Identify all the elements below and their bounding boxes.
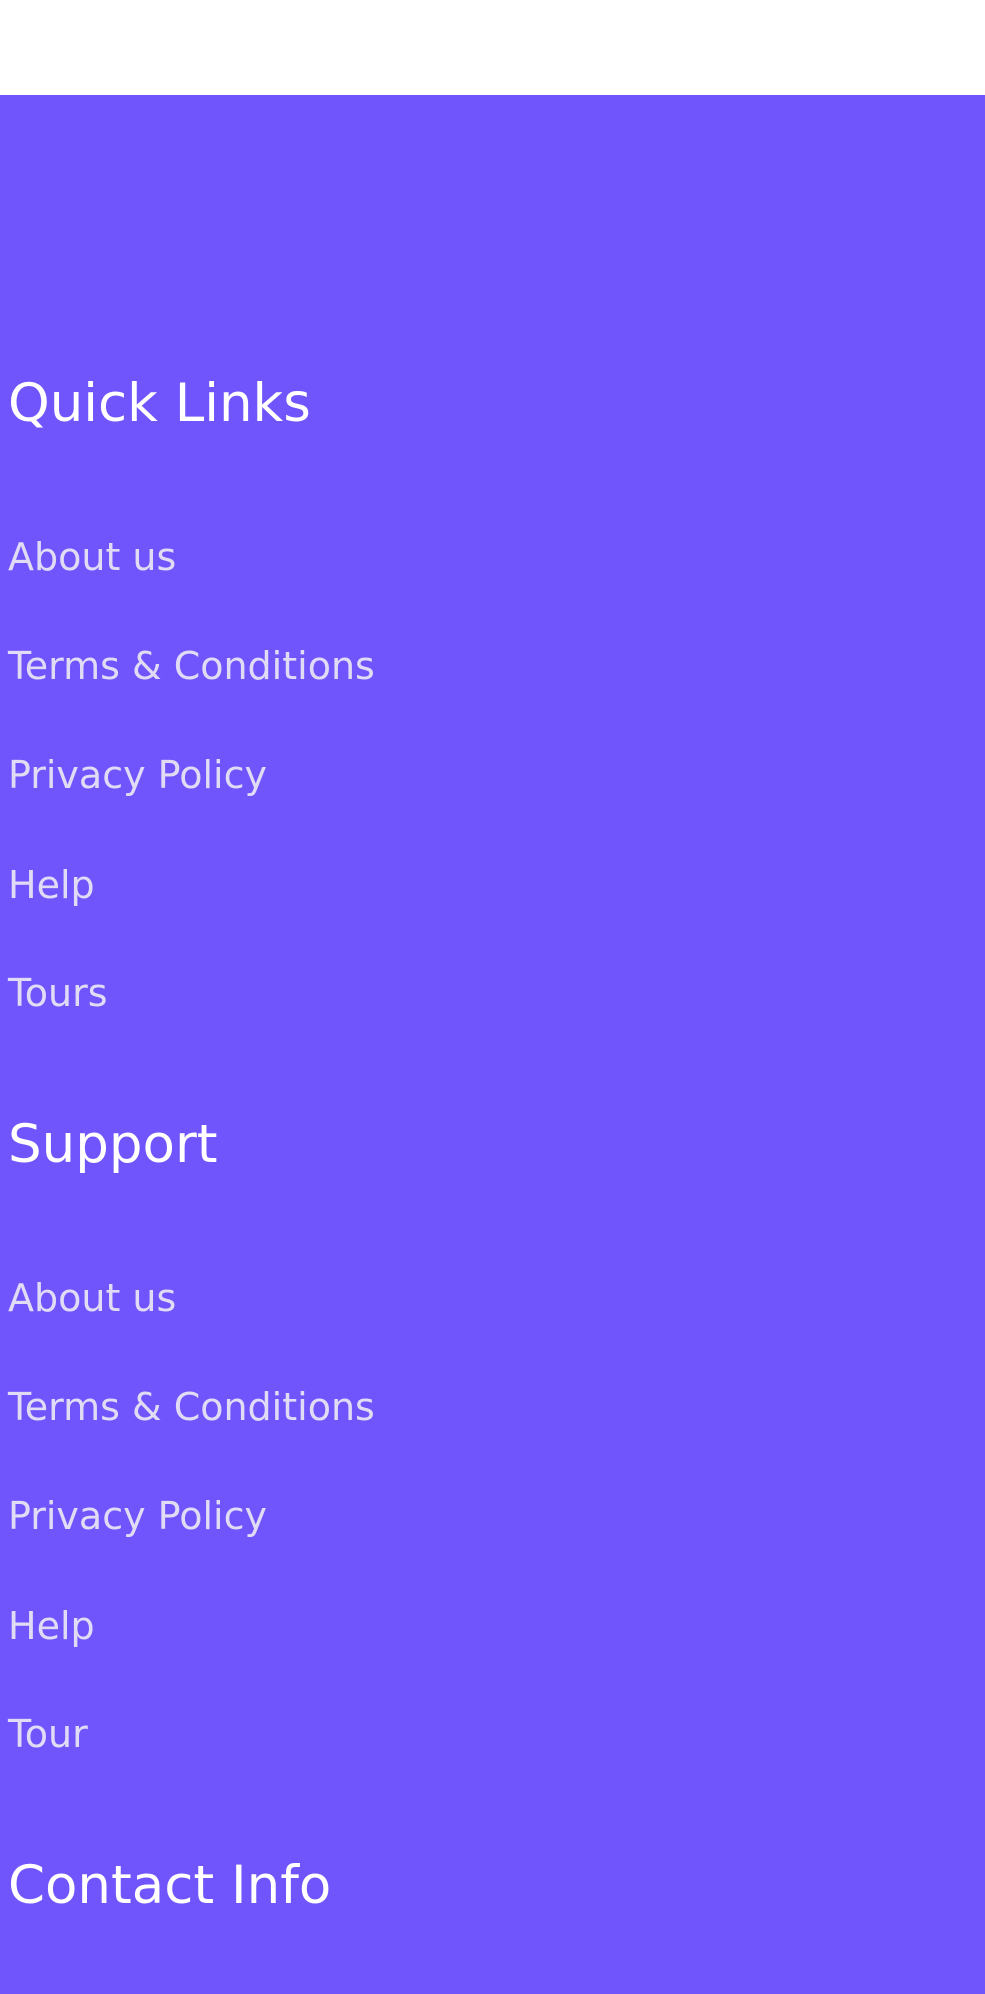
quick-link-help[interactable]: Help (8, 861, 95, 909)
quick-links-heading: Quick Links (8, 373, 311, 434)
quick-link-about-us[interactable]: About us (8, 533, 176, 581)
support-link-about-us[interactable]: About us (8, 1274, 176, 1322)
site-footer: Quick Links About us Terms & Conditions … (0, 95, 985, 1994)
support-link-privacy-policy[interactable]: Privacy Policy (8, 1492, 267, 1540)
support-link-help[interactable]: Help (8, 1602, 95, 1650)
support-link-terms-conditions[interactable]: Terms & Conditions (8, 1383, 375, 1431)
support-heading: Support (8, 1114, 218, 1175)
top-white-bar (0, 0, 985, 95)
contact-info-heading: Contact Info (8, 1855, 332, 1916)
quick-link-tours[interactable]: Tours (8, 969, 108, 1017)
quick-link-terms-conditions[interactable]: Terms & Conditions (8, 642, 375, 690)
support-link-tour[interactable]: Tour (8, 1710, 88, 1758)
quick-link-privacy-policy[interactable]: Privacy Policy (8, 751, 267, 799)
